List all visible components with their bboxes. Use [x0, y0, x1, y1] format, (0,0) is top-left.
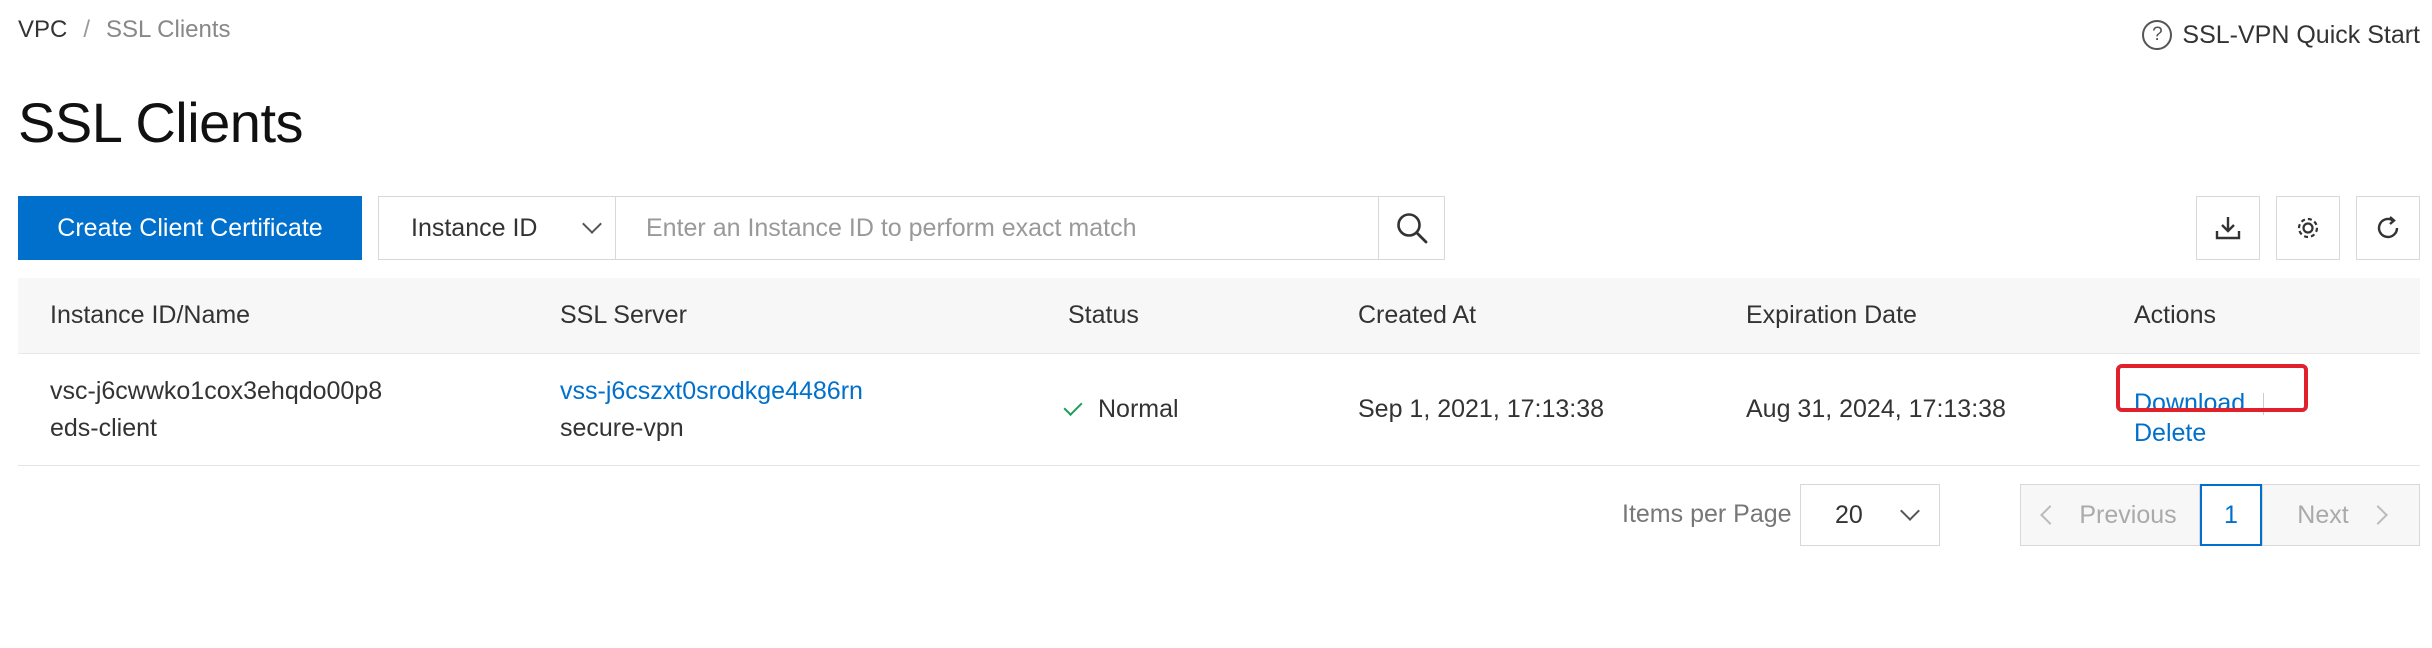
page-title: SSL Clients [18, 91, 304, 154]
page-1-button[interactable]: 1 [2200, 484, 2262, 546]
expiration-date: Aug 31, 2024, 17:13:38 [1746, 395, 2006, 423]
previous-label: Previous [2079, 500, 2177, 529]
table-row: vsc-j6cwwko1cox3ehqdo00p8 eds-client vss… [18, 354, 2420, 466]
breadcrumb-separator: / [83, 16, 91, 43]
column-header-expiration: Expiration Date [1746, 301, 1917, 329]
export-button[interactable] [2196, 196, 2260, 260]
actions-cell: Download Delete [2134, 388, 2265, 448]
download-action[interactable]: Download [2134, 389, 2245, 417]
items-per-page-select[interactable]: 20 [1800, 484, 1940, 546]
refresh-icon [2377, 216, 2399, 239]
clients-table: Instance ID/Name SSL Server Status Creat… [18, 278, 2420, 466]
question-circle-icon: ? [2142, 20, 2173, 50]
delete-action[interactable]: Delete [2134, 418, 2264, 448]
ssl-server-name: secure-vpn [560, 413, 684, 442]
filter-select[interactable]: Instance ID [379, 197, 616, 259]
refresh-button[interactable] [2356, 196, 2420, 260]
check-icon [1063, 396, 1083, 417]
next-label: Next [2297, 500, 2349, 529]
search-input[interactable] [616, 197, 1378, 259]
search-group: Instance ID [378, 196, 1445, 260]
ssl-server-cell: vss-j6cszxt0srodkge4486rn secure-vpn [560, 373, 863, 447]
next-page-button[interactable]: Next [2262, 484, 2420, 546]
filter-select-value: Instance ID [411, 213, 538, 242]
column-header-instance: Instance ID/Name [50, 301, 251, 329]
instance-id: vsc-j6cwwko1cox3ehqdo00p8 [50, 376, 383, 405]
breadcrumb: VPC / SSL Clients [18, 16, 231, 44]
search-button[interactable] [1378, 197, 1444, 259]
create-client-certificate-button[interactable]: Create Client Certificate [18, 196, 362, 260]
items-per-page-value: 20 [1835, 500, 1863, 529]
settings-button[interactable] [2276, 196, 2340, 260]
download-icon [2215, 217, 2241, 240]
column-header-actions: Actions [2134, 301, 2216, 329]
chevron-right-icon [2367, 505, 2388, 525]
action-divider [2263, 392, 2265, 415]
toolbar: Create Client Certificate Instance ID [18, 196, 2420, 260]
chevron-down-icon [582, 214, 602, 234]
quick-start-label: SSL-VPN Quick Start [2182, 20, 2420, 49]
status-cell: Normal [1063, 395, 1179, 424]
status-text: Normal [1098, 395, 1179, 423]
instance-name: eds-client [50, 413, 157, 442]
created-at: Sep 1, 2021, 17:13:38 [1358, 395, 1605, 423]
breadcrumb-vpc[interactable]: VPC [18, 16, 67, 44]
quick-start-link[interactable]: ? SSL-VPN Quick Start [2142, 20, 2420, 50]
chevron-down-icon [1900, 501, 1920, 521]
table-header: Instance ID/Name SSL Server Status Creat… [18, 278, 2420, 354]
previous-page-button[interactable]: Previous [2020, 484, 2200, 546]
search-icon [1396, 213, 1427, 244]
gear-icon [2297, 217, 2319, 239]
column-header-ssl-server: SSL Server [560, 301, 687, 329]
ssl-server-link[interactable]: vss-j6cszxt0srodkge4486rn [560, 373, 863, 410]
column-header-status: Status [1068, 301, 1139, 329]
chevron-left-icon [2040, 505, 2061, 525]
instance-cell: vsc-j6cwwko1cox3ehqdo00p8 eds-client [50, 373, 382, 447]
breadcrumb-current: SSL Clients [106, 16, 231, 43]
column-header-created-at: Created At [1358, 301, 1477, 329]
items-per-page-label: Items per Page [1622, 500, 1792, 528]
